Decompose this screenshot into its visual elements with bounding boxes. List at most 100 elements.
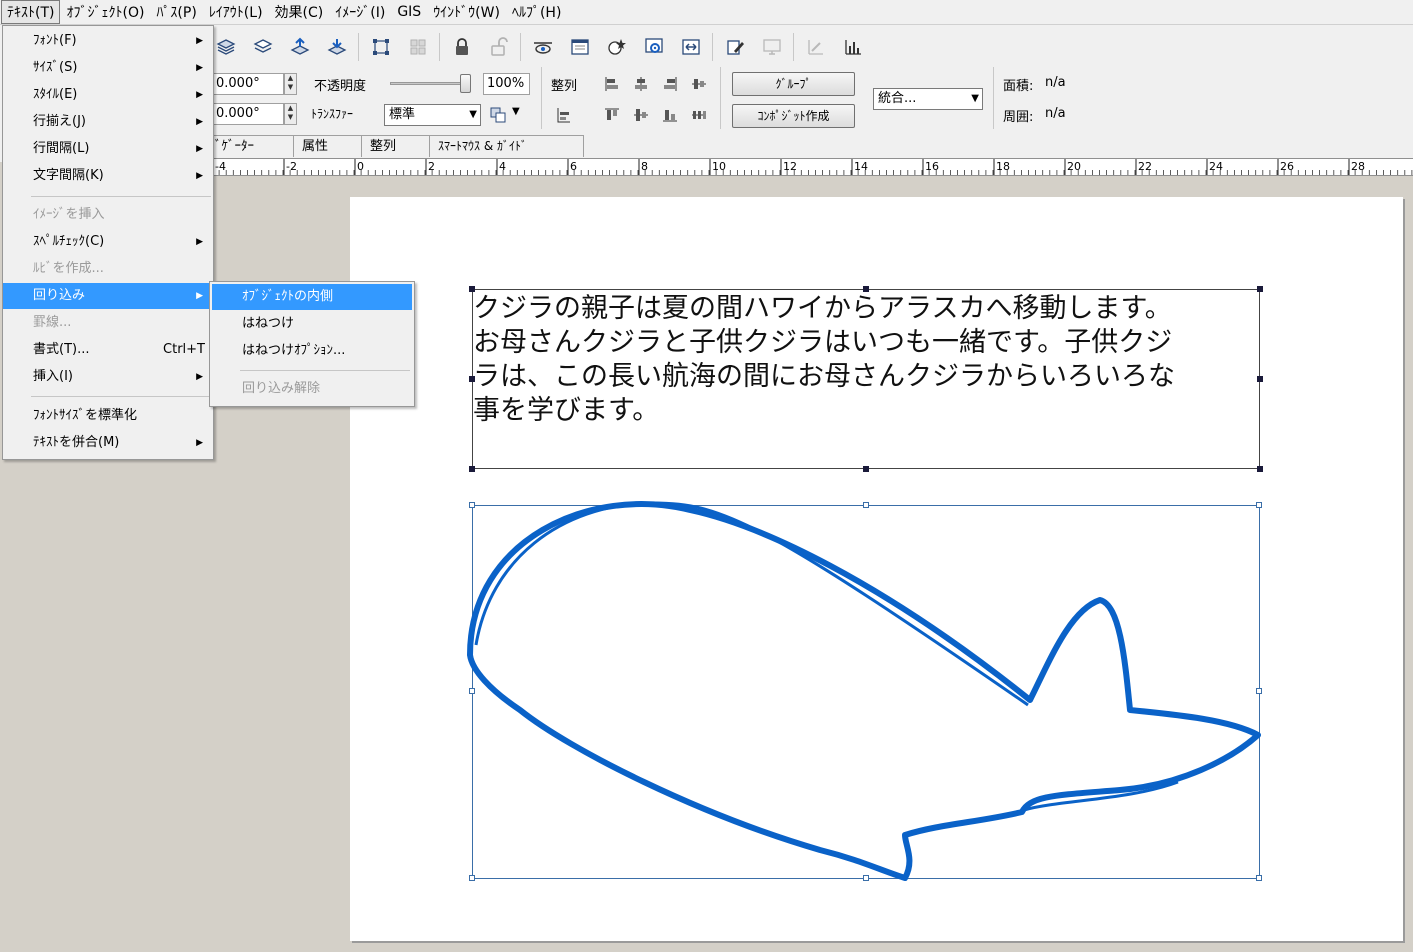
menu-text[interactable]: ﾃｷｽﾄ(T): [1, 0, 61, 24]
shape-handle[interactable]: [863, 875, 869, 881]
angle-input-2[interactable]: 0.000°: [212, 103, 284, 125]
menu-separator: [240, 370, 410, 371]
menu-item-style[interactable]: ｽﾀｲﾙ(E) ▶: [3, 82, 213, 108]
monitor-icon[interactable]: [758, 34, 785, 60]
selection-handle[interactable]: [469, 286, 475, 292]
group-button[interactable]: ｸﾞﾙｰﾌﾟ: [732, 72, 855, 96]
lock-icon[interactable]: [448, 34, 475, 60]
ruler-label: 10: [712, 160, 726, 173]
menu-object[interactable]: ｵﾌﾞｼﾞｪｸﾄ(O): [60, 0, 150, 24]
opacity-slider[interactable]: [390, 74, 472, 94]
angle-spinner-1[interactable]: ▲ ▼: [284, 73, 297, 95]
combine-select[interactable]: 統合... ▼: [873, 88, 983, 110]
menu-item-label: ﾌｫﾝﾄ(F): [33, 33, 77, 48]
align-bottom-left-icon[interactable]: [556, 107, 572, 123]
selection-handle[interactable]: [1257, 376, 1263, 382]
submenu-item-inside-object[interactable]: ｵﾌﾞｼﾞｪｸﾄの内側: [212, 284, 412, 310]
align-left-icon[interactable]: [604, 76, 620, 92]
align-top-icon[interactable]: [604, 107, 620, 123]
menu-item-justify[interactable]: 行揃え(J) ▶: [3, 109, 213, 135]
unlock-icon[interactable]: [485, 34, 512, 60]
menu-path[interactable]: ﾊﾟｽ(P): [150, 0, 202, 24]
submenu-item-repel-options[interactable]: はねつけｵﾌﾟｼｮﾝ...: [212, 338, 412, 364]
shape-handle[interactable]: [469, 875, 475, 881]
selection-handle[interactable]: [863, 286, 869, 292]
shape-handle[interactable]: [1256, 502, 1262, 508]
send-backward-icon[interactable]: [323, 34, 350, 60]
text-menu-dropdown: ﾌｫﾝﾄ(F) ▶ ｻｲｽﾞ(S) ▶ ｽﾀｲﾙ(E) ▶ 行揃え(J) ▶ 行間隔(L…: [2, 25, 214, 460]
submenu-item-repel[interactable]: はねつけ: [212, 311, 412, 337]
distribute-icon[interactable]: [691, 107, 707, 123]
align-middle-icon[interactable]: [691, 76, 707, 92]
align-vcenter-icon[interactable]: [633, 107, 649, 123]
text-frame[interactable]: クジラの親子は夏の間ハワイからアラスカへ移動します。 お母さんクジラと子供クジラ…: [472, 289, 1260, 469]
menu-layout[interactable]: ﾚｲｱｳﾄ(L): [203, 0, 269, 24]
menu-item-shortcut: Ctrl+T: [163, 342, 205, 357]
transfer-mode-icon[interactable]: ▼: [490, 105, 524, 125]
menu-item-merge-text[interactable]: ﾃｷｽﾄを併合(M) ▶: [3, 430, 213, 456]
shape-bounding-box[interactable]: [472, 505, 1260, 879]
selection-handle[interactable]: [1257, 466, 1263, 472]
selection-handle[interactable]: [1257, 286, 1263, 292]
shape-handle[interactable]: [469, 502, 475, 508]
tab-smartmouse-guides[interactable]: ｽﾏｰﾄﾏｳｽ & ｶﾞｲﾄﾞ: [429, 135, 584, 157]
composite-button[interactable]: ｺﾝﾎﾟｼﾞｯﾄ作成: [732, 104, 855, 128]
selection-handle[interactable]: [469, 466, 475, 472]
opacity-input[interactable]: 100%: [483, 73, 530, 95]
wrap-submenu: ｵﾌﾞｼﾞｪｸﾄの内側 はねつけ はねつけｵﾌﾟｼｮﾝ... 回り込み解除: [209, 281, 415, 407]
layers-icon[interactable]: [212, 34, 239, 60]
menu-item-font[interactable]: ﾌｫﾝﾄ(F) ▶: [3, 28, 213, 54]
menu-item-normalize-font-size[interactable]: ﾌｫﾝﾄｻｲｽﾞを標準化: [3, 403, 213, 429]
menu-item-text-wrap[interactable]: 回り込み ▶: [3, 283, 213, 309]
menu-item-insert-image[interactable]: ｲﾒｰｼﾞを挿入: [3, 202, 213, 228]
menu-item-label: ﾃｷｽﾄを併合(M): [33, 435, 120, 450]
menu-item-insert[interactable]: 挿入(I) ▶: [3, 364, 213, 390]
text-content[interactable]: クジラの親子は夏の間ハワイからアラスカへ移動します。 お母さんクジラと子供クジラ…: [473, 292, 1259, 428]
tab-navigator[interactable]: ﾞｹﾞｰﾀｰ: [212, 135, 294, 157]
menu-window[interactable]: ｳｲﾝﾄﾞｳ(W): [427, 0, 506, 24]
pen-chart-icon[interactable]: [802, 34, 829, 60]
menu-item-size[interactable]: ｻｲｽﾞ(S) ▶: [3, 55, 213, 81]
edit-document-icon[interactable]: [721, 34, 748, 60]
fit-width-icon[interactable]: [677, 34, 704, 60]
layers-stack-icon[interactable]: [249, 34, 276, 60]
menu-image[interactable]: ｲﾒｰｼﾞ(I): [329, 0, 391, 24]
angle-input-1[interactable]: 0.000°: [212, 73, 284, 95]
menu-gis[interactable]: GIS: [391, 2, 427, 22]
horizontal-ruler[interactable]: -4 -2 0 2 4 6 8 10 12 14 16 18 20 22 24 26 28: [212, 158, 1413, 176]
bar-chart-icon[interactable]: [839, 34, 866, 60]
shape-handle[interactable]: [1256, 875, 1262, 881]
ungroup-frame-icon[interactable]: [404, 34, 431, 60]
menu-item-char-spacing[interactable]: 文字間隔(K) ▶: [3, 163, 213, 189]
group-frame-icon[interactable]: [367, 34, 394, 60]
menu-item-create-ruby[interactable]: ﾙﾋﾞを作成...: [3, 256, 213, 282]
slider-track: [390, 82, 470, 85]
gear-screen-icon[interactable]: [640, 34, 667, 60]
star-stamp-icon[interactable]: [603, 34, 630, 60]
view-icon[interactable]: [529, 34, 556, 60]
window-icon[interactable]: [566, 34, 593, 60]
tab-attributes[interactable]: 属性: [293, 135, 362, 157]
slider-thumb[interactable]: [460, 74, 471, 93]
bring-forward-icon[interactable]: [286, 34, 313, 60]
menu-effects[interactable]: 効果(C): [269, 0, 330, 24]
shape-handle[interactable]: [1256, 688, 1262, 694]
selection-handle[interactable]: [469, 376, 475, 382]
tab-align[interactable]: 整列: [361, 135, 430, 157]
menu-item-line-spacing[interactable]: 行間隔(L) ▶: [3, 136, 213, 162]
menu-item-format[interactable]: 書式(T)... Ctrl+T: [3, 337, 213, 363]
menu-item-ruled-lines[interactable]: 罫線...: [3, 310, 213, 336]
text-line: お母さんクジラと子供クジラはいつも一緒です。子供クジ: [473, 327, 1173, 358]
menu-item-spellcheck[interactable]: ｽﾍﾟﾙﾁｪｯｸ(C) ▶: [3, 229, 213, 255]
align-bottom-icon[interactable]: [662, 107, 678, 123]
transfer-select[interactable]: 標準 ▼: [384, 104, 481, 126]
angle-spinner-2[interactable]: ▲ ▼: [284, 103, 297, 125]
shape-handle[interactable]: [469, 688, 475, 694]
menu-help[interactable]: ﾍﾙﾌﾟ(H): [506, 0, 567, 24]
shape-handle[interactable]: [863, 502, 869, 508]
selection-handle[interactable]: [863, 466, 869, 472]
align-right-icon[interactable]: [662, 76, 678, 92]
align-center-icon[interactable]: [633, 76, 649, 92]
submenu-item-remove-wrap[interactable]: 回り込み解除: [212, 376, 412, 402]
submenu-arrow-icon: ▶: [196, 291, 203, 301]
